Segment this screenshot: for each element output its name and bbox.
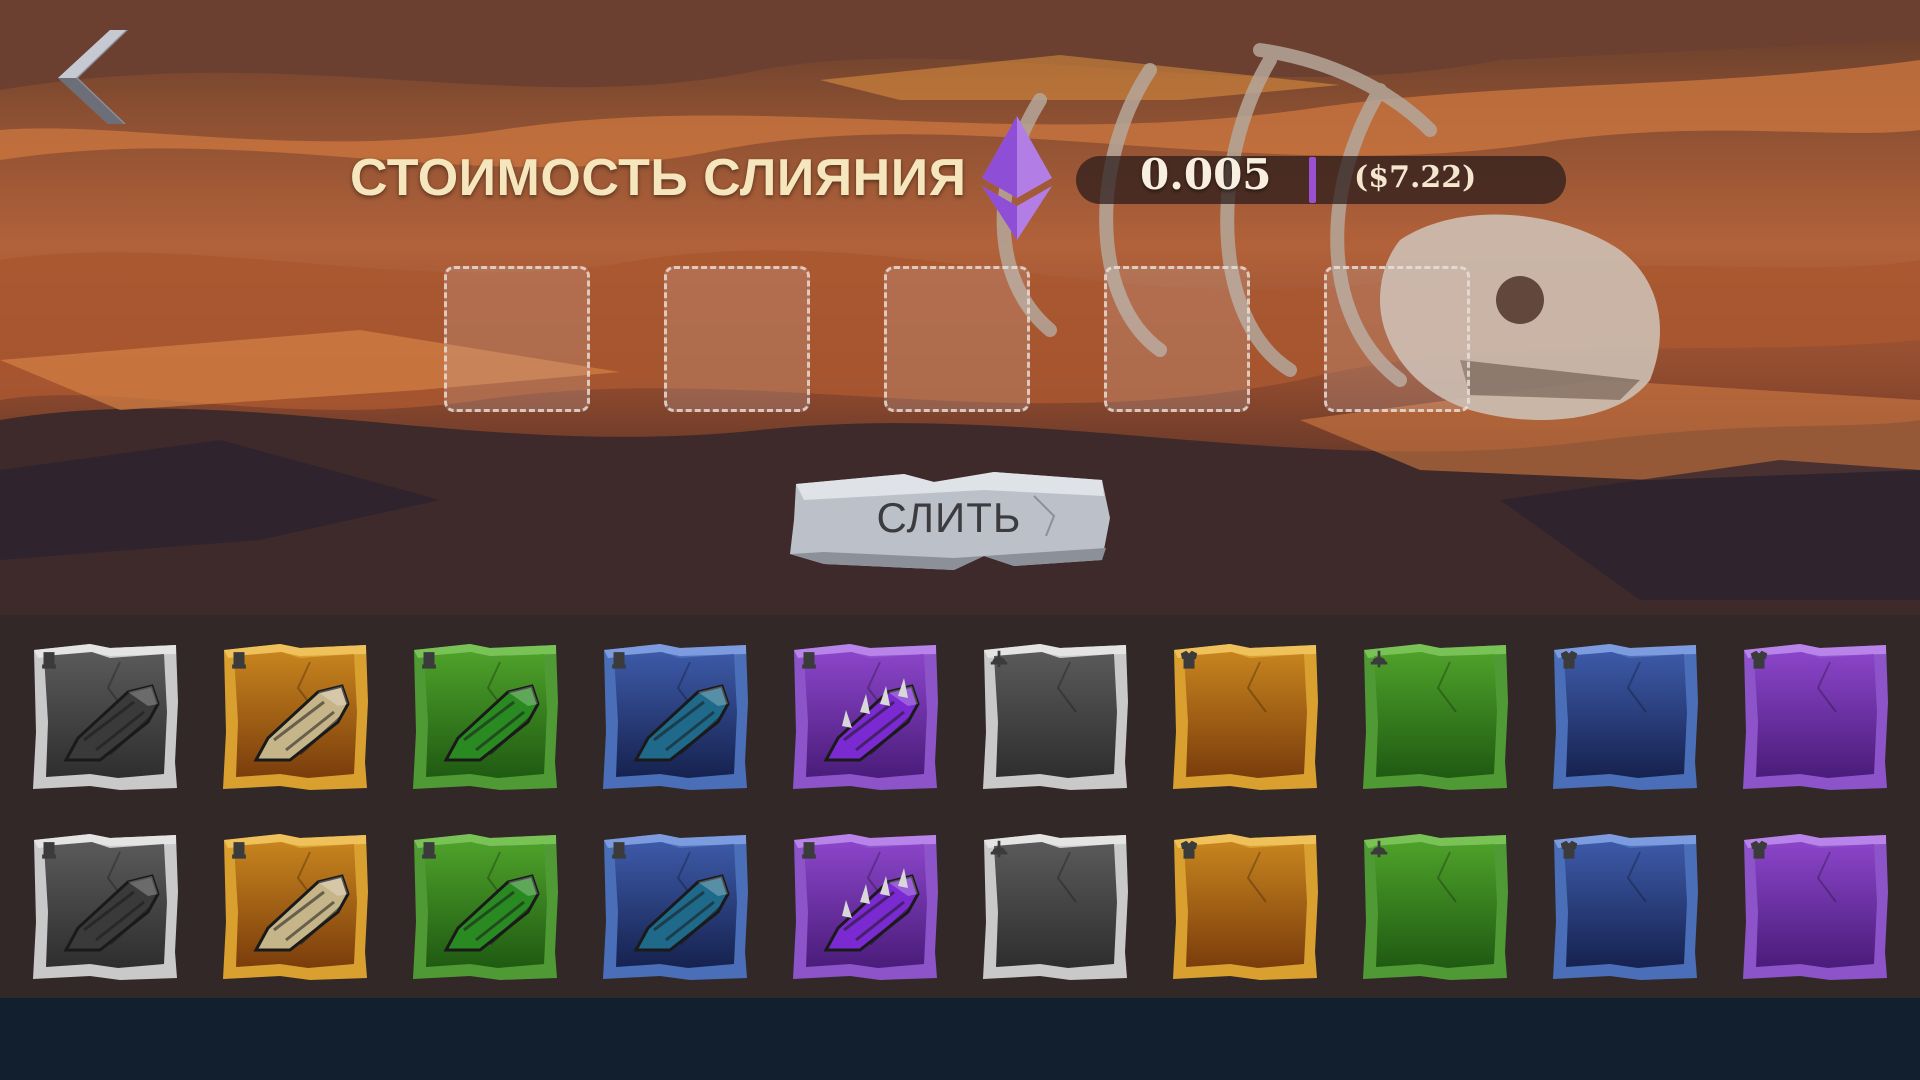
glove-icon [42, 652, 56, 669]
inventory-item-1-5[interactable] [790, 642, 940, 792]
chevron-left-icon [58, 30, 128, 126]
glove-icon [802, 842, 816, 859]
merge-slot-1[interactable] [444, 266, 590, 412]
merge-slot-5[interactable] [1324, 266, 1470, 412]
merge-slot-4[interactable] [1104, 266, 1250, 412]
inventory-panel [0, 615, 1920, 998]
merge-cost-title: СТОИМОСТЬ СЛИЯНИЯ [350, 149, 967, 207]
glove-icon [422, 652, 436, 669]
desert-background: СТОИМОСТЬ СЛИЯНИЯ 0.005 ($7.22) СЛИТЬ [0, 0, 1920, 615]
inventory-item-1-9[interactable] [1550, 642, 1700, 792]
inventory-item-2-6[interactable] [980, 832, 1130, 982]
glove-icon [422, 842, 436, 859]
glove-icon [232, 652, 246, 669]
glove-icon [42, 842, 56, 859]
glove-icon [232, 842, 246, 859]
inventory-item-2-10[interactable] [1740, 832, 1890, 982]
price-usd-value: ($7.22) [1354, 160, 1477, 195]
glove-icon [612, 652, 626, 669]
inventory-item-1-4[interactable] [600, 642, 750, 792]
merge-button-label: СЛИТЬ [876, 494, 1022, 541]
inventory-item-2-2[interactable] [220, 832, 370, 982]
inventory-item-2-3[interactable] [410, 832, 560, 982]
price-eth-value: 0.005 [1140, 150, 1272, 199]
inventory-item-1-2[interactable] [220, 642, 370, 792]
inventory-item-1-6[interactable] [980, 642, 1130, 792]
inventory-item-1-1[interactable] [30, 642, 180, 792]
inventory-item-1-7[interactable] [1170, 642, 1320, 792]
merge-slot-2[interactable] [664, 266, 810, 412]
merge-button[interactable]: СЛИТЬ [784, 466, 1114, 572]
glove-icon [612, 842, 626, 859]
inventory-item-1-3[interactable] [410, 642, 560, 792]
inventory-item-2-9[interactable] [1550, 832, 1700, 982]
inventory-item-2-7[interactable] [1170, 832, 1320, 982]
bottom-bar [0, 998, 1920, 1080]
price-divider [1309, 157, 1316, 203]
inventory-item-2-4[interactable] [600, 832, 750, 982]
inventory-item-1-8[interactable] [1360, 642, 1510, 792]
merge-slot-3[interactable] [884, 266, 1030, 412]
glove-icon [802, 652, 816, 669]
back-button[interactable] [40, 24, 140, 126]
inventory-item-2-5[interactable] [790, 832, 940, 982]
inventory-item-2-1[interactable] [30, 832, 180, 982]
ethereum-icon [982, 116, 1052, 240]
inventory-item-2-8[interactable] [1360, 832, 1510, 982]
inventory-item-1-10[interactable] [1740, 642, 1890, 792]
